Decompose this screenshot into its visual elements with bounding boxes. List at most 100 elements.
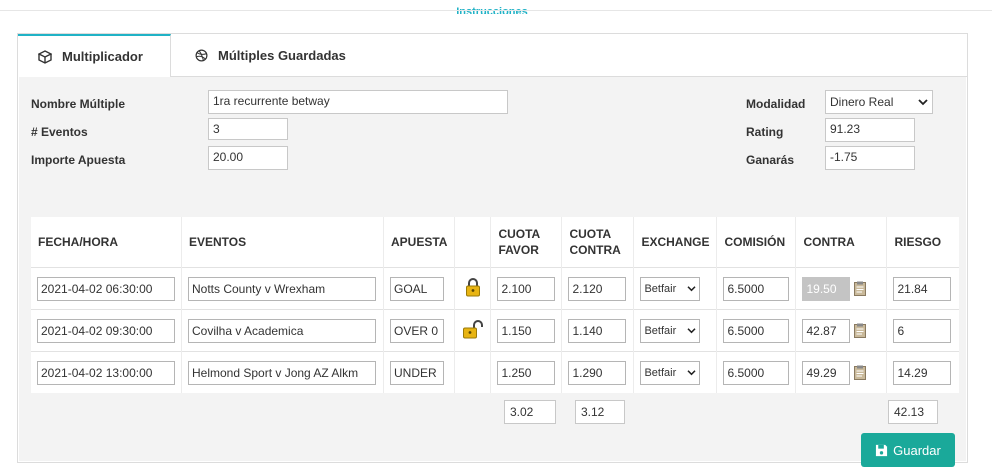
apuesta-input[interactable]: UNDER [390, 360, 444, 385]
fecha-input[interactable]: 2021-04-02 06:30:00 [37, 276, 175, 301]
exchange-select[interactable]: Betfair [640, 318, 701, 343]
col-cuota-favor-line2: FAVOR [498, 243, 539, 257]
cell-cuota-contra: 1.290 [561, 351, 635, 393]
events-table: FECHA/HORA EVENTOS APUESTA CUOTA FAVOR CU… [31, 217, 959, 393]
cell-cuota-favor: 1.150 [490, 309, 563, 352]
cell-fecha: 2021-04-02 13:00:00 [31, 351, 182, 393]
evento-input[interactable]: Notts County v Wrexham [188, 276, 376, 301]
cell-lock [454, 351, 492, 393]
cell-contra: 49.29 [795, 351, 888, 393]
save-button-label: Guardar [893, 442, 941, 458]
multiplier-panel: Multiplicador Múltiples Guardadas Nombre… [17, 33, 968, 467]
col-exchange: EXCHANGE [633, 217, 718, 268]
col-cuota-contra-line2: CONTRA [569, 243, 621, 257]
comision-input[interactable]: 6.5000 [723, 276, 790, 301]
save-button[interactable]: Guardar [861, 433, 955, 467]
cell-riesgo: 21.84 [886, 267, 959, 310]
evento-input[interactable]: Covilha v Academica [188, 318, 376, 343]
lock-closed-icon[interactable] [465, 277, 481, 297]
cuota-contra-input[interactable]: 1.140 [568, 318, 627, 343]
cell-fecha: 2021-04-02 09:30:00 [31, 309, 182, 352]
importe-apuesta-input[interactable]: 20.00 [208, 146, 288, 170]
riesgo-input[interactable]: 21.84 [893, 276, 952, 301]
col-lock [454, 217, 492, 268]
cell-evento: Covilha v Academica [181, 309, 384, 352]
nombre-multiple-input[interactable]: 1ra recurrente betway [208, 90, 508, 114]
comision-input[interactable]: 6.5000 [723, 360, 790, 385]
multiplier-content: Nombre Múltiple 1ra recurrente betway # … [19, 77, 966, 467]
col-riesgo: RIESGO [894, 235, 942, 249]
fecha-input[interactable]: 2021-04-02 09:30:00 [37, 318, 175, 343]
tab-multiples-guardadas-label: Múltiples Guardadas [218, 47, 346, 63]
modalidad-label: Modalidad [746, 97, 806, 111]
tab-multiplicador[interactable]: Multiplicador [18, 34, 171, 77]
col-cuota-contra: CUOTA CONTRA [561, 217, 635, 268]
clipboard-icon[interactable] [854, 323, 867, 338]
cell-cuota-favor: 1.250 [490, 351, 563, 393]
rating-label: Rating [746, 125, 784, 139]
modalidad-value: Dinero Real [830, 95, 894, 109]
cell-contra: 19.50 [795, 267, 888, 310]
contra-input[interactable]: 42.87 [802, 318, 851, 343]
cell-evento: Helmond Sport v Jong AZ Alkm [181, 351, 384, 393]
cell-cuota-contra: 2.120 [561, 267, 635, 310]
cuota-favor-input[interactable]: 2.100 [497, 276, 556, 301]
nombre-multiple-label: Nombre Múltiple [31, 97, 126, 111]
col-fecha-hora: FECHA/HORA [31, 217, 182, 268]
eventos-count-label: # Eventos [31, 125, 88, 139]
lock-open-icon[interactable] [462, 319, 484, 339]
cell-apuesta: UNDER [383, 351, 456, 393]
col-cuota-favor: CUOTA FAVOR [490, 217, 563, 268]
chevron-down-icon [687, 370, 697, 376]
rating-input[interactable]: 91.23 [825, 118, 915, 142]
tab-bar: Multiplicador Múltiples Guardadas [18, 34, 967, 77]
fecha-input[interactable]: 2021-04-02 13:00:00 [37, 360, 175, 385]
col-contra: CONTRA [795, 217, 888, 268]
table-row: 2021-04-02 09:30:00 Covilha v Academica … [31, 309, 959, 352]
cell-comision: 6.5000 [716, 351, 797, 393]
clipboard-icon[interactable] [854, 281, 867, 296]
cell-cuota-contra: 1.140 [561, 309, 635, 352]
col-cuota-contra-line1: CUOTA [569, 227, 612, 241]
modalidad-select[interactable]: Dinero Real [825, 90, 933, 114]
evento-input[interactable]: Helmond Sport v Jong AZ Alkm [188, 360, 376, 385]
cell-contra: 42.87 [795, 309, 888, 352]
exchange-select[interactable]: Betfair [640, 360, 701, 385]
contra-input[interactable]: 49.29 [802, 360, 851, 385]
cuota-contra-input[interactable]: 2.120 [568, 276, 627, 301]
cell-exchange: Betfair [633, 309, 718, 352]
tab-multiplicador-label: Multiplicador [62, 49, 143, 64]
tab-multiples-guardadas[interactable]: Múltiples Guardadas [171, 34, 391, 76]
cell-cuota-favor: 2.100 [490, 267, 563, 310]
chevron-down-icon [687, 328, 697, 334]
exchange-value: Betfair [644, 324, 677, 337]
riesgo-input[interactable]: 14.29 [893, 360, 952, 385]
cuota-favor-input[interactable]: 1.250 [497, 360, 556, 385]
contra-input[interactable]: 19.50 [802, 276, 851, 301]
top-divider [0, 10, 992, 11]
importe-apuesta-label: Importe Apuesta [31, 153, 126, 167]
table-row: 2021-04-02 06:30:00 Notts County v Wrexh… [31, 267, 959, 310]
apuesta-input[interactable]: OVER 0 [390, 318, 444, 343]
cuota-favor-input[interactable]: 1.150 [497, 318, 556, 343]
dribbble-ball-icon [195, 49, 208, 61]
cube-icon [38, 49, 52, 64]
cell-riesgo: 6 [886, 309, 959, 352]
floppy-disk-icon [876, 444, 888, 456]
riesgo-input[interactable]: 6 [893, 318, 952, 343]
apuesta-input[interactable]: GOAL [390, 276, 444, 301]
cell-exchange: Betfair [633, 351, 718, 393]
instructions-link[interactable]: Instrucciones [0, 4, 984, 14]
cell-lock [454, 267, 492, 310]
total-riesgo: 42.13 [888, 400, 938, 424]
cuota-contra-input[interactable]: 1.290 [568, 360, 627, 385]
col-comision: COMISIÓN [716, 217, 797, 268]
cell-comision: 6.5000 [716, 267, 797, 310]
ganaras-input[interactable]: -1.75 [825, 146, 915, 170]
eventos-count-input[interactable]: 3 [208, 118, 288, 140]
col-eventos: EVENTOS [181, 217, 384, 268]
comision-input[interactable]: 6.5000 [723, 318, 790, 343]
exchange-select[interactable]: Betfair [640, 276, 701, 301]
cell-fecha: 2021-04-02 06:30:00 [31, 267, 182, 310]
clipboard-icon[interactable] [854, 365, 867, 380]
